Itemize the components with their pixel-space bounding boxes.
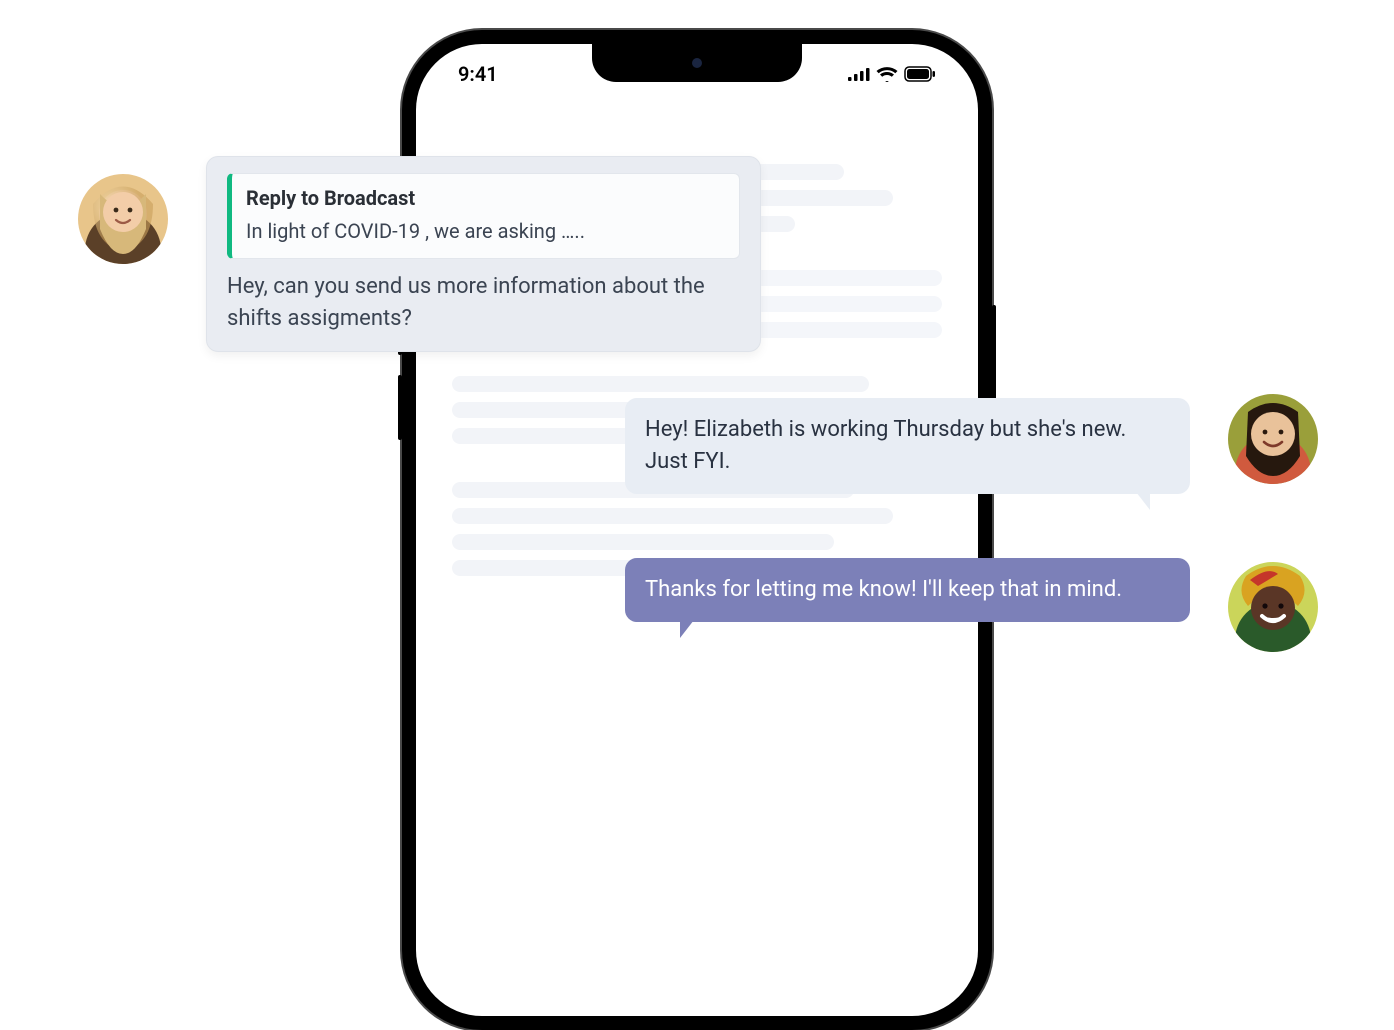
avatar xyxy=(1228,562,1318,652)
phone-notch xyxy=(592,44,802,82)
status-time: 9:41 xyxy=(458,62,498,86)
reply-quote-snippet: In light of COVID-19 , we are asking ….. xyxy=(246,217,725,246)
chat-bubble-info[interactable]: Hey! Elizabeth is working Thursday but s… xyxy=(625,398,1190,494)
cellular-icon xyxy=(848,67,870,81)
avatar xyxy=(78,174,168,264)
phone-side-button xyxy=(398,375,402,440)
battery-icon xyxy=(904,66,936,82)
phone-side-button xyxy=(992,305,996,410)
chat-bubble-text: Hey, can you send us more information ab… xyxy=(227,271,740,335)
reply-quote-title: Reply to Broadcast xyxy=(246,184,725,213)
chat-bubble-text: Thanks for letting me know! I'll keep th… xyxy=(645,577,1122,602)
chat-bubble-text: Hey! Elizabeth is working Thursday but s… xyxy=(645,417,1126,474)
chat-bubble-sent[interactable]: Thanks for letting me know! I'll keep th… xyxy=(625,558,1190,622)
avatar xyxy=(1228,394,1318,484)
chat-bubble-incoming[interactable]: Reply to Broadcast In light of COVID-19 … xyxy=(206,156,761,352)
reply-quote-block: Reply to Broadcast In light of COVID-19 … xyxy=(227,173,740,259)
status-icons xyxy=(848,66,936,82)
wifi-icon xyxy=(876,66,898,82)
